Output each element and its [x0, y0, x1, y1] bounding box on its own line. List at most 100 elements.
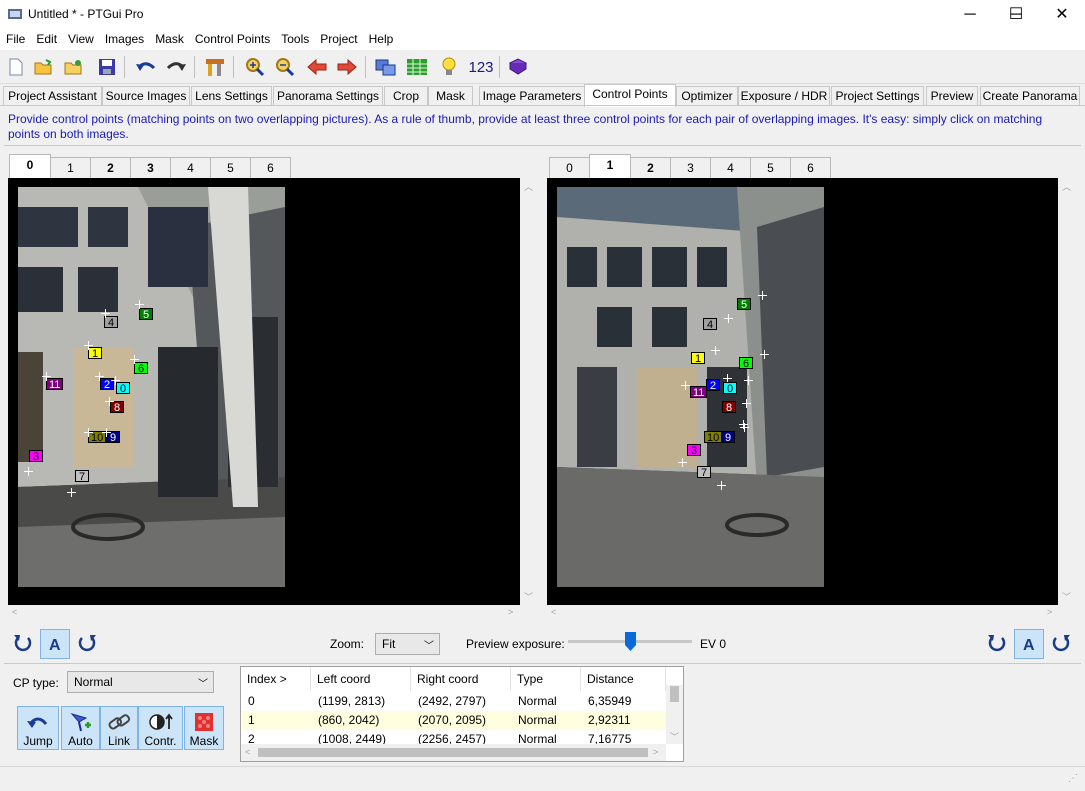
right-control-point-crosshair-icon[interactable] [724, 314, 733, 323]
left-control-point-label-3[interactable]: 3 [29, 450, 43, 463]
new-project-icon[interactable] [4, 55, 28, 79]
left-control-point-crosshair-icon[interactable] [24, 467, 33, 476]
left-control-point-crosshair-icon[interactable] [84, 428, 93, 437]
left-control-point-crosshair-icon[interactable] [130, 355, 139, 364]
right-vertical-scrollbar[interactable]: ︿ ﹀ [1058, 178, 1075, 605]
right-control-point-label-1[interactable]: 1 [691, 352, 705, 365]
column-header-type[interactable]: Type [511, 667, 581, 691]
tab-project-assistant[interactable]: Project Assistant [3, 86, 102, 106]
maximize-button[interactable]: ☐ [993, 0, 1039, 30]
table-icon[interactable] [405, 55, 429, 79]
save-icon[interactable] [95, 55, 119, 79]
table-row[interactable]: 0 (1199, 2813) (2492, 2797) Normal 6,359… [242, 692, 666, 711]
left-control-point-crosshair-icon[interactable] [42, 372, 51, 381]
left-control-point-label-7[interactable]: 7 [75, 470, 89, 483]
right-image-tab-1[interactable]: 1 [589, 154, 631, 179]
right-control-point-crosshair-icon[interactable] [681, 381, 690, 390]
right-control-point-label-5[interactable]: 5 [737, 298, 751, 311]
tab-panorama-settings[interactable]: Panorama Settings [273, 86, 383, 106]
menu-edit[interactable]: Edit [30, 30, 62, 46]
previous-icon[interactable] [305, 55, 329, 79]
right-control-point-crosshair-icon[interactable] [760, 350, 769, 359]
right-control-point-label-3[interactable]: 3 [687, 444, 701, 457]
right-image-tab-3[interactable]: 3 [670, 157, 711, 179]
left-image-tab-1[interactable]: 1 [50, 157, 91, 179]
left-image-tab-6[interactable]: 6 [250, 157, 291, 179]
left-control-point-label-5[interactable]: 5 [139, 308, 153, 321]
left-auto-align-button[interactable]: A [40, 629, 70, 659]
menu-view[interactable]: View [62, 30, 99, 46]
right-auto-align-button[interactable]: A [1014, 629, 1044, 659]
table-horizontal-scrollbar[interactable]: < > [241, 744, 666, 761]
minimize-button-real[interactable]: ─ [947, 0, 993, 30]
right-control-point-crosshair-icon[interactable] [742, 399, 751, 408]
redo-icon[interactable] [164, 55, 188, 79]
right-control-point-label-0[interactable]: 0 [723, 382, 737, 395]
menu-project[interactable]: Project [314, 30, 362, 46]
column-header-distance[interactable]: Distance [581, 667, 666, 691]
right-control-points-layer[interactable]: 5 4 1 6 2 0 11 8 10 9 3 7 [547, 178, 1058, 605]
left-control-point-crosshair-icon[interactable] [84, 341, 93, 350]
table-row[interactable]: 2 (1008, 2449) (2256, 2457) Normal 7,167… [242, 730, 666, 744]
left-control-point-crosshair-icon[interactable] [95, 372, 104, 381]
cp-type-select[interactable]: Normal ﹀ [67, 671, 214, 693]
tab-lens-settings[interactable]: Lens Settings [191, 86, 272, 106]
table-vertical-scrollbar[interactable]: ﹀ [666, 685, 683, 744]
left-image-tab-5[interactable]: 5 [210, 157, 251, 179]
left-control-points-layer[interactable]: 4 5 1 6 11 2 0 8 10 9 3 7 [8, 178, 520, 605]
left-control-point-crosshair-icon[interactable] [105, 397, 114, 406]
tab-project-settings[interactable]: Project Settings [831, 86, 924, 106]
right-image-tab-6[interactable]: 6 [790, 157, 831, 179]
close-button[interactable]: ✕ [1039, 0, 1085, 30]
right-rotate-cw-icon[interactable] [1050, 632, 1072, 654]
tab-crop[interactable]: Crop [384, 86, 428, 106]
right-image-tab-0[interactable]: 0 [549, 157, 590, 179]
zoom-select[interactable]: Fit ﹀ [375, 633, 440, 655]
link-button[interactable]: Link [100, 706, 138, 750]
right-control-point-label-11[interactable]: 11 [690, 386, 708, 399]
right-control-point-label-10[interactable]: 10 [704, 431, 723, 444]
open-project-icon[interactable] [32, 55, 56, 79]
bulb-icon[interactable] [437, 55, 461, 79]
right-rotate-ccw-icon[interactable] [986, 632, 1008, 654]
left-control-point-crosshair-icon[interactable] [111, 376, 120, 385]
next-icon[interactable] [335, 55, 359, 79]
table-row[interactable]: 1 (860, 2042) (2070, 2095) Normal 2,9231… [242, 711, 666, 730]
number-icon[interactable]: 123 [466, 55, 496, 79]
tab-image-parameters[interactable]: Image Parameters [479, 86, 585, 106]
right-image-tab-5[interactable]: 5 [750, 157, 791, 179]
column-header-right-coord[interactable]: Right coord [411, 667, 511, 691]
left-control-point-crosshair-icon[interactable] [102, 428, 111, 437]
resize-grip-icon[interactable]: ⋰ [1068, 773, 1078, 784]
right-control-point-label-2[interactable]: 2 [706, 379, 720, 392]
mask-button[interactable]: Mask [184, 706, 224, 750]
left-image-tab-0[interactable]: 0 [9, 154, 51, 179]
exposure-slider-thumb[interactable] [625, 632, 636, 651]
left-rotate-cw-icon[interactable] [76, 632, 98, 654]
control-points-table[interactable]: Index > Left coord Right coord Type Dist… [240, 666, 684, 762]
jump-button[interactable]: Jump [17, 706, 59, 750]
left-horizontal-scrollbar[interactable]: < > [8, 605, 520, 622]
tools-icon[interactable] [203, 55, 227, 79]
tab-mask[interactable]: Mask [428, 86, 473, 106]
tab-exposure-hdr[interactable]: Exposure / HDR [738, 86, 830, 106]
column-header-index[interactable]: Index > [241, 667, 311, 691]
help-book-icon[interactable] [506, 55, 530, 79]
right-control-point-label-6[interactable]: 6 [739, 357, 753, 370]
tab-create-panorama[interactable]: Create Panorama [980, 86, 1080, 106]
undo-icon[interactable] [134, 55, 158, 79]
left-vertical-scrollbar[interactable]: ︿ ﹀ [520, 178, 537, 605]
left-control-point-crosshair-icon[interactable] [67, 488, 76, 497]
open-images-icon[interactable] [62, 55, 86, 79]
right-control-point-crosshair-icon[interactable] [744, 376, 753, 385]
right-control-point-crosshair-icon[interactable] [758, 291, 767, 300]
tab-control-points[interactable]: Control Points [584, 84, 676, 107]
right-image-tab-4[interactable]: 4 [710, 157, 751, 179]
zoom-in-icon[interactable] [243, 55, 267, 79]
right-control-point-label-4[interactable]: 4 [703, 318, 717, 331]
right-control-point-crosshair-icon[interactable] [717, 481, 726, 490]
right-control-point-crosshair-icon[interactable] [711, 346, 720, 355]
auto-button[interactable]: Auto [61, 706, 100, 750]
menu-help[interactable]: Help [363, 30, 399, 46]
tab-preview[interactable]: Preview [926, 86, 978, 106]
